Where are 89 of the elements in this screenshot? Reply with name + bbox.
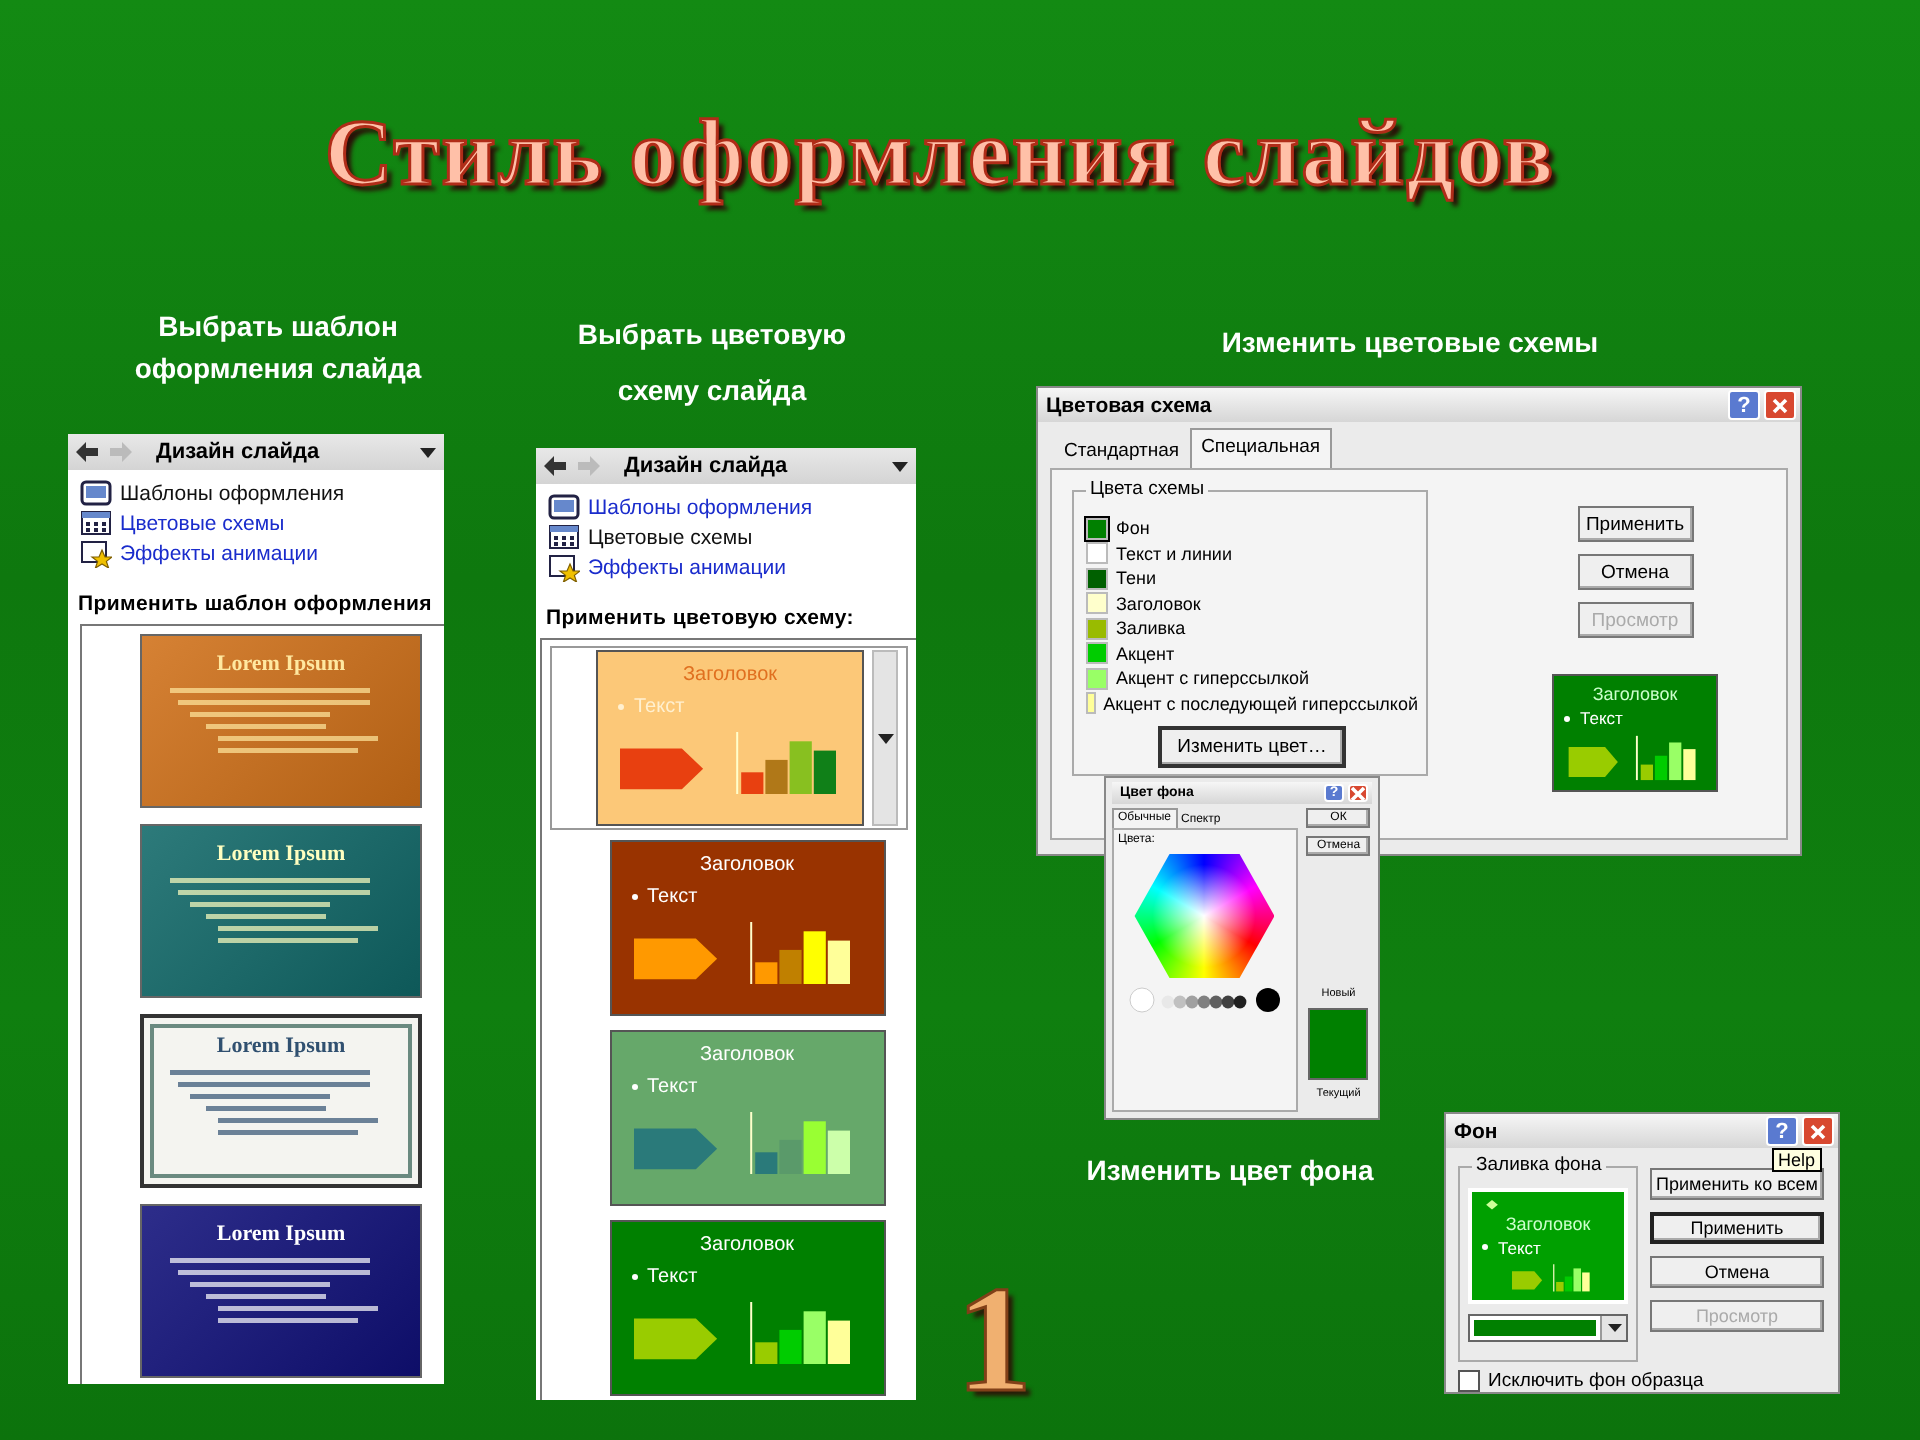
help-button[interactable]: ? bbox=[1766, 1116, 1798, 1146]
close-button[interactable] bbox=[1764, 390, 1796, 420]
close-button[interactable] bbox=[1802, 1116, 1834, 1146]
template-thumbnail[interactable]: Lorem Ipsum bbox=[140, 824, 422, 998]
color-list-item[interactable]: Акцент bbox=[1086, 641, 1418, 666]
tab[interactable]: Специальная bbox=[1189, 428, 1333, 468]
forward-arrow-icon bbox=[578, 456, 600, 476]
preview-title: Заголовок bbox=[1590, 684, 1680, 704]
window-title: Фон bbox=[1454, 1119, 1500, 1143]
checkbox[interactable] bbox=[1458, 1370, 1480, 1392]
tab[interactable]: Стандартная bbox=[1054, 434, 1190, 468]
close-icon bbox=[1350, 785, 1366, 801]
preview-text: Текст bbox=[1580, 708, 1623, 728]
task-link[interactable]: Цветовые схемы bbox=[548, 524, 904, 552]
preview-title: Заголовок bbox=[1503, 1213, 1593, 1234]
dialog-button[interactable]: Отмена bbox=[1650, 1256, 1824, 1288]
window-icon bbox=[548, 494, 580, 522]
dropdown-caret-icon bbox=[420, 447, 436, 457]
window-icon bbox=[80, 480, 112, 508]
color-list-item[interactable]: Тени bbox=[1086, 566, 1418, 591]
preview-text: Текст bbox=[634, 696, 685, 718]
group-label: Цвета схемы bbox=[1086, 478, 1209, 500]
color-dropdown[interactable] bbox=[1468, 1314, 1628, 1342]
thumbnail-title: Lorem Ipsum bbox=[216, 842, 346, 866]
section-label: Применить шаблон оформления bbox=[76, 590, 434, 620]
window-title: Цветовая схема bbox=[1046, 393, 1214, 417]
color-scheme-preview[interactable]: Заголовок Текст bbox=[609, 1220, 885, 1396]
group-label: Заливка фона bbox=[1472, 1154, 1606, 1176]
forward-arrow-icon bbox=[110, 442, 132, 462]
bullet-icon bbox=[631, 1084, 637, 1090]
dropdown-caret-icon bbox=[877, 733, 893, 743]
preview-title: Заголовок bbox=[697, 1044, 797, 1066]
preview-text: Текст bbox=[647, 886, 698, 908]
preview-title: Заголовок bbox=[680, 664, 780, 686]
task-link[interactable]: Цветовые схемы bbox=[80, 510, 432, 538]
pane-title: Дизайн слайда bbox=[624, 454, 790, 478]
page-number: 1 bbox=[956, 1260, 1032, 1420]
thumbnail-title: Lorem Ipsum bbox=[216, 1034, 346, 1058]
caption: Изменить цвет фона bbox=[1084, 1152, 1376, 1190]
color-scheme-preview[interactable]: Заголовок Текст bbox=[609, 840, 885, 1016]
dropdown-caret-icon bbox=[892, 461, 908, 471]
preview-text: Текст bbox=[647, 1076, 698, 1098]
preview-text: Текст bbox=[1498, 1237, 1541, 1258]
slide-title: Стиль оформления слайдов bbox=[322, 100, 1558, 208]
template-thumbnail[interactable]: Lorem Ipsum bbox=[140, 1014, 422, 1188]
help-button[interactable]: ? bbox=[1728, 390, 1760, 420]
dialog-button[interactable]: Отмена bbox=[1577, 554, 1693, 590]
color-list-item[interactable]: Заголовок bbox=[1086, 591, 1418, 616]
dialog-button[interactable]: Применить ко всем bbox=[1650, 1168, 1824, 1200]
preview-title: Заголовок bbox=[697, 854, 797, 876]
back-arrow-icon bbox=[544, 456, 566, 476]
color-list-item[interactable]: Фон bbox=[1086, 516, 1418, 541]
preview-text: Текст bbox=[647, 1266, 698, 1288]
caption: Выбрать шаблон оформления слайда bbox=[132, 308, 424, 388]
section-label: Применить цветовую схему: bbox=[544, 604, 856, 634]
task-link[interactable]: Эффекты анимации bbox=[548, 554, 904, 582]
thumbnail-title: Lorem Ipsum bbox=[216, 1222, 346, 1246]
close-button[interactable] bbox=[1348, 784, 1368, 802]
checkbox-label: Исключить фон образца bbox=[1488, 1370, 1704, 1392]
grid-icon bbox=[80, 510, 112, 538]
bullet-icon bbox=[631, 894, 637, 900]
bullet-icon bbox=[618, 704, 624, 710]
task-link[interactable]: Шаблоны оформления bbox=[80, 480, 432, 508]
dialog-button[interactable]: Применить bbox=[1650, 1212, 1824, 1244]
caption: Изменить цветовые схемы bbox=[1219, 324, 1601, 362]
back-arrow-icon bbox=[76, 442, 98, 462]
color-list-item[interactable]: Заливка bbox=[1086, 616, 1418, 641]
close-icon bbox=[1772, 397, 1788, 413]
diamond-icon bbox=[1482, 1200, 1502, 1210]
bullet-icon bbox=[1482, 1244, 1488, 1251]
close-icon bbox=[1810, 1123, 1826, 1139]
color-list-item[interactable]: Акцент с последующей гиперссылкой bbox=[1086, 691, 1418, 716]
grid-icon bbox=[548, 524, 580, 552]
task-link[interactable]: Шаблоны оформления bbox=[548, 494, 904, 522]
caption: Выбрать цветовую схему слайда bbox=[575, 316, 849, 410]
dropdown-caret-icon bbox=[1607, 1324, 1621, 1332]
task-link[interactable]: Эффекты анимации bbox=[80, 540, 432, 568]
bullet-icon bbox=[1564, 715, 1570, 721]
preview-title: Заголовок bbox=[697, 1234, 797, 1256]
color-list-item[interactable]: Текст и линии bbox=[1086, 541, 1418, 566]
dropdown-button[interactable] bbox=[1600, 1316, 1626, 1340]
bullet-icon bbox=[631, 1274, 637, 1280]
thumbnail-title: Lorem Ipsum bbox=[216, 652, 346, 676]
color-list-item[interactable]: Акцент с гиперссылкой bbox=[1086, 666, 1418, 691]
dialog-button[interactable]: Применить bbox=[1577, 506, 1693, 542]
template-thumbnail[interactable]: Lorem Ipsum bbox=[140, 1204, 422, 1378]
pane-title: Дизайн слайда bbox=[156, 440, 322, 464]
tooltip: Help bbox=[1772, 1148, 1822, 1172]
change-color-button[interactable]: Изменить цвет… bbox=[1157, 726, 1347, 768]
